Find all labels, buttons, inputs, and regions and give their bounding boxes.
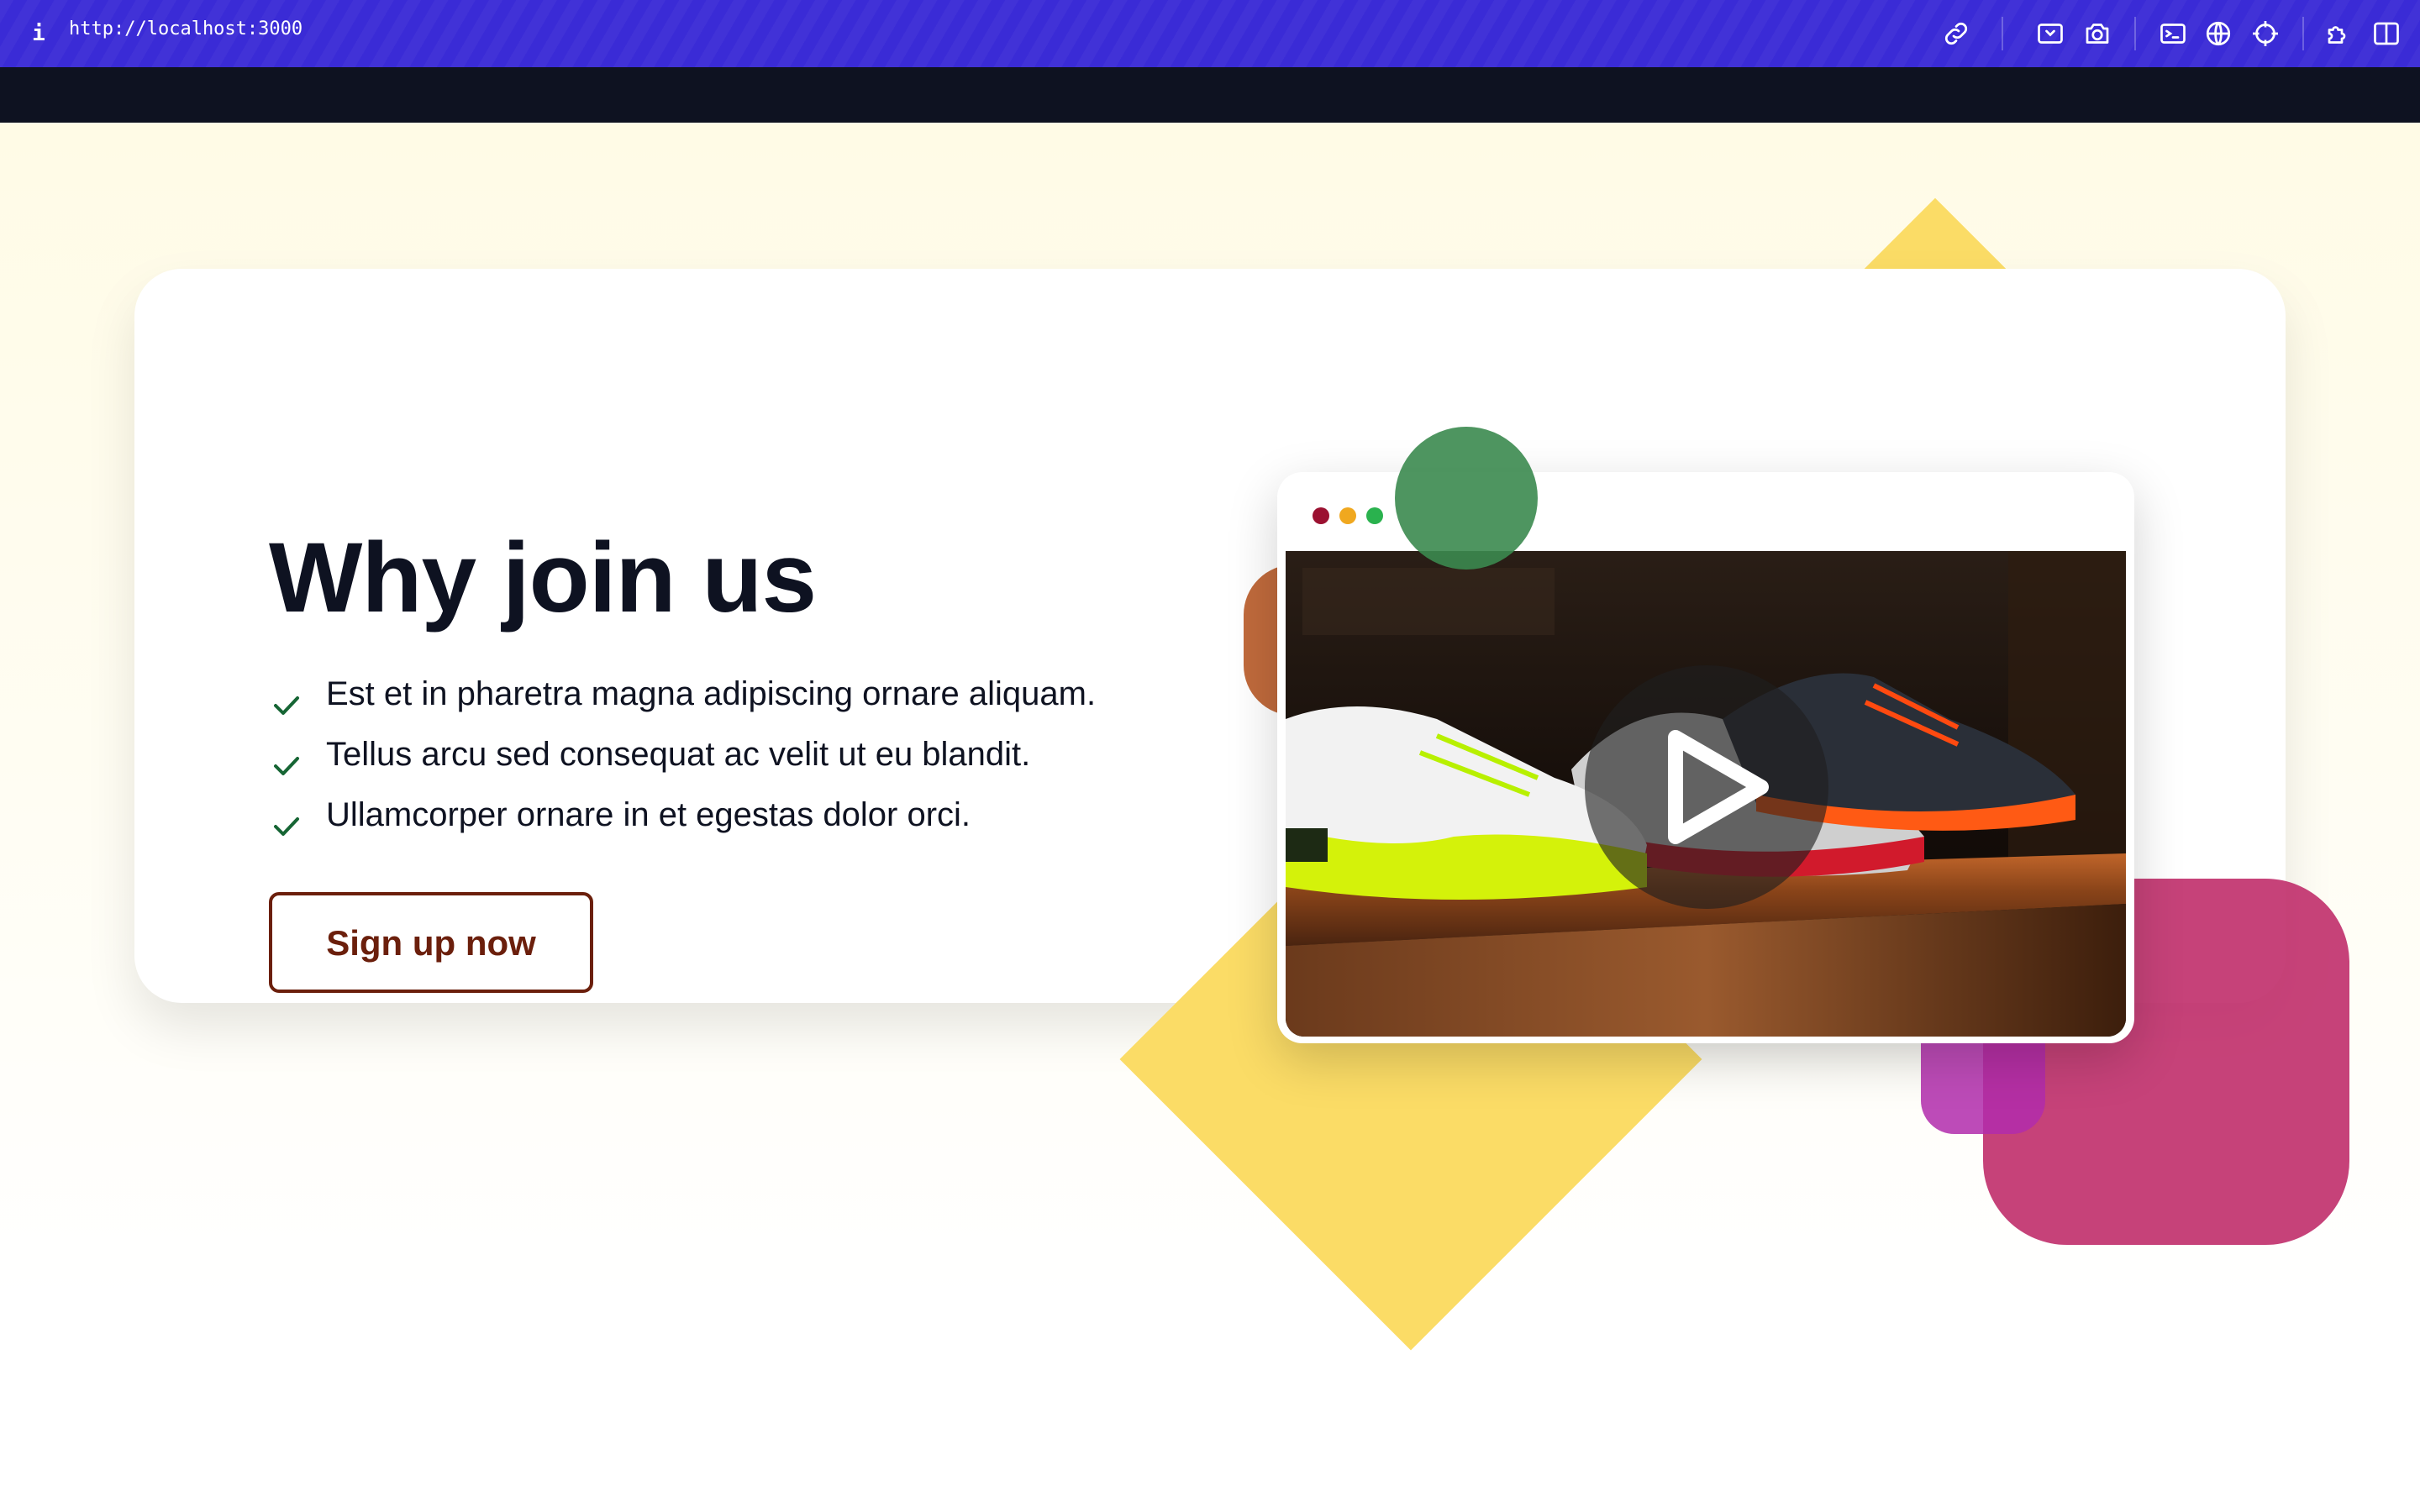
window-dot-red [1313, 507, 1329, 524]
toolbar-divider [2134, 17, 2136, 50]
feature-text: Tellus arcu sed consequat ac velit ut eu… [326, 736, 1031, 773]
video-thumbnail[interactable] [1286, 551, 2126, 1037]
crosshair-icon[interactable] [2250, 18, 2281, 49]
browser-toolbar: i http://localhost:3000 [0, 0, 2420, 67]
play-icon [1668, 730, 1769, 844]
feature-item: Ullamcorper ornare in et egestas dolor o… [269, 796, 1096, 857]
inspect-icon[interactable] [2035, 18, 2065, 49]
window-dot-green [1366, 507, 1383, 524]
feature-item: Est et in pharetra magna adipiscing orna… [269, 675, 1096, 736]
camera-icon[interactable] [2082, 18, 2112, 49]
feature-text: Ullamcorper ornare in et egestas dolor o… [326, 796, 971, 833]
site-header-bar [0, 67, 2420, 123]
feature-text: Est et in pharetra magna adipiscing orna… [326, 675, 1097, 712]
check-icon [272, 754, 301, 778]
terminal-icon[interactable] [2158, 18, 2188, 49]
decor-circle-green [1395, 427, 1538, 570]
extension-icon[interactable] [2324, 18, 2354, 49]
toolbar-divider [2002, 17, 2003, 50]
video-window [1277, 472, 2134, 1043]
sign-up-button[interactable]: Sign up now [269, 892, 593, 993]
address-bar[interactable]: http://localhost:3000 [69, 18, 302, 49]
check-icon [272, 694, 301, 717]
section-title: Why join us [269, 522, 817, 633]
play-button[interactable] [1585, 665, 1828, 909]
toolbar-divider [2302, 17, 2304, 50]
info-icon[interactable]: i [29, 18, 49, 49]
link-icon[interactable] [1941, 18, 1971, 49]
split-view-icon[interactable] [2371, 18, 2402, 49]
feature-list: Est et in pharetra magna adipiscing orna… [269, 675, 1096, 857]
check-icon [272, 815, 301, 838]
window-dot-yellow [1339, 507, 1356, 524]
globe-icon[interactable] [2203, 18, 2233, 49]
feature-item: Tellus arcu sed consequat ac velit ut eu… [269, 736, 1096, 796]
